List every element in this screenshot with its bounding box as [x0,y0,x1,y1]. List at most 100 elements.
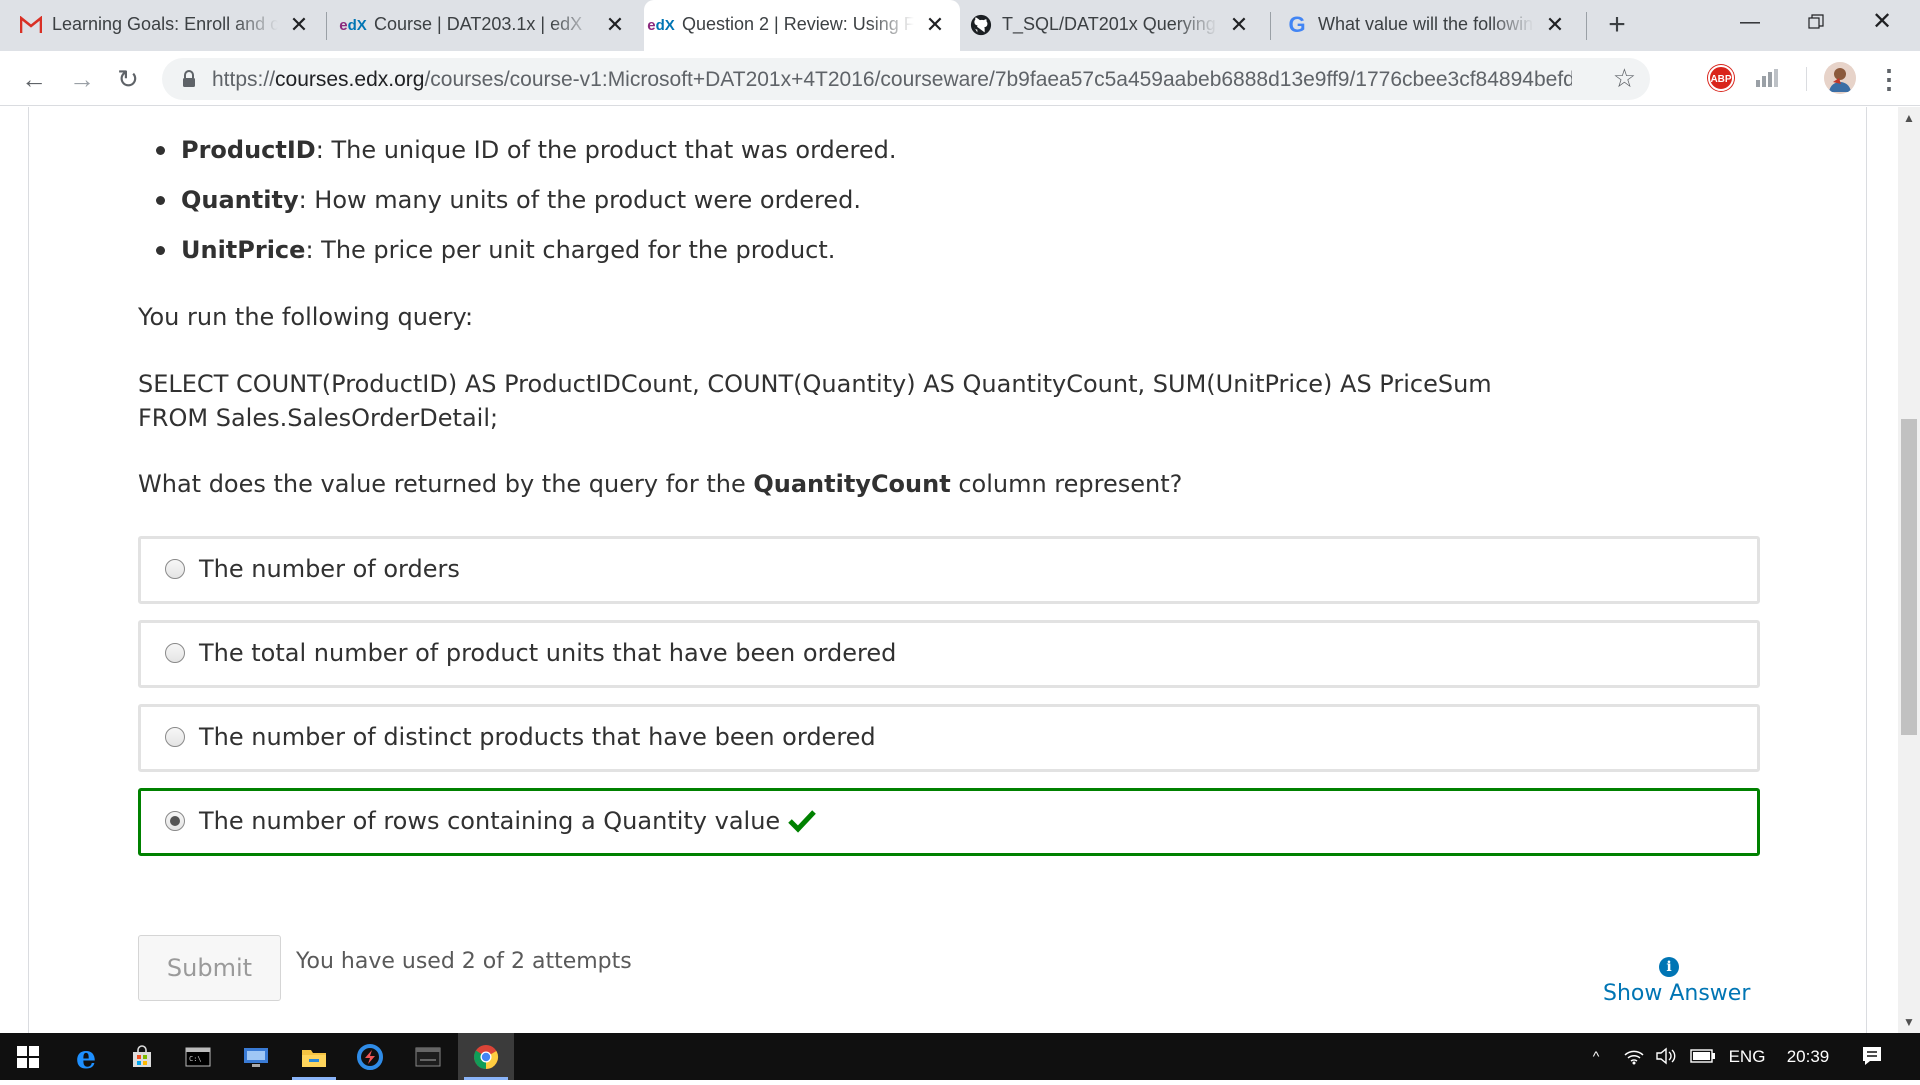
content-rail-right [1866,107,1867,1033]
battery-icon[interactable] [1688,1033,1718,1080]
url-scheme: https:// [212,68,276,91]
tab-separator [326,12,327,40]
bullet-term: ProductID [181,136,316,164]
input-language[interactable]: ENG [1724,1033,1770,1080]
bullet-dot [156,245,165,255]
new-tab-button[interactable]: + [1602,10,1632,40]
bullet-desc: : The price per unit charged for the pro… [305,236,836,264]
option-label: The number of distinct products that hav… [199,723,876,751]
forward-arrow-icon[interactable]: → [66,63,98,95]
wifi-icon[interactable] [1620,1033,1648,1080]
tab-title: Question 2 | Review: Using F [682,14,914,34]
tab-separator [1586,12,1587,40]
windows-start-icon[interactable] [0,1033,56,1080]
scroll-up-arrow-icon[interactable]: ▲ [1898,107,1920,129]
answer-option-1[interactable]: The number of orders [138,536,1760,604]
address-bar[interactable]: https://courses.edx.org/courses/course-v… [162,58,1650,100]
checkmark-icon [788,809,816,833]
bookmark-star-icon[interactable]: ☆ [1613,63,1636,94]
remote-desktop-icon[interactable] [228,1033,284,1080]
answer-option-3[interactable]: The number of distinct products that hav… [138,704,1760,772]
prompt-after: column represent? [950,470,1183,498]
close-tab-icon[interactable]: ✕ [286,12,312,38]
github-icon [970,14,992,36]
option-label-wrap: The number of rows containing a Quantity… [199,807,816,835]
edx-icon: e dX [647,16,675,34]
prompt-bold: QuantityCount [753,470,951,498]
notifications-icon[interactable] [1852,1033,1892,1080]
bullet-term: Quantity [181,186,299,214]
bullet-dot [156,145,165,155]
close-tab-icon[interactable]: ✕ [602,12,628,38]
google-icon: G [1288,12,1306,37]
option-label: The number of orders [199,555,460,583]
show-answer-button[interactable]: Show Answer [1603,981,1750,1006]
answer-option-4[interactable]: The number of rows containing a Quantity… [138,788,1760,856]
tab-title: Course | DAT203.1x | edX [374,14,583,34]
bullet-desc: : How many units of the product were ord… [298,186,861,214]
tab-gmail[interactable]: Learning Goals: Enroll and c ✕ [14,0,324,51]
menu-kebab-icon[interactable]: ⋮ [1876,63,1902,95]
tab-github[interactable]: T_SQL/DAT201x Querying w ✕ [964,0,1264,51]
close-window-icon[interactable]: ✕ [1852,0,1912,44]
tab-title: Learning Goals: Enroll and c [52,14,278,34]
back-arrow-icon[interactable]: ← [18,63,50,95]
answer-option-2[interactable]: The total number of product units that h… [138,620,1760,688]
tab-separator [1270,12,1271,40]
course-content: ProductID: The unique ID of the product … [0,107,1898,1033]
tab-edx-course[interactable]: e dX Course | DAT203.1x | edX ✕ [336,0,640,51]
radio-button[interactable] [165,559,185,579]
page-scrollbar[interactable]: ▲ ▼ [1898,107,1920,1033]
close-tab-icon[interactable]: ✕ [922,12,948,38]
adblock-plus-icon[interactable]: ABP [1708,65,1734,91]
svg-text:C:\: C:\ [189,1055,202,1063]
run-query-text: You run the following query: [138,303,474,331]
edge-browser-icon[interactable]: e [58,1033,114,1080]
profile-avatar[interactable] [1824,62,1856,94]
option-label: The total number of product units that h… [199,639,897,667]
lock-icon [182,70,196,88]
reload-icon[interactable]: ↻ [112,63,144,95]
tab-edx-question[interactable]: e dX Question 2 | Review: Using F ✕ [644,0,960,51]
radio-button-selected[interactable] [165,811,185,831]
bullet-quantity: Quantity: How many units of the product … [156,186,861,214]
show-hidden-icons-icon[interactable]: ^ [1584,1033,1608,1080]
bullet-term: UnitPrice [181,236,306,264]
url-text: https://courses.edx.org/courses/course-v… [212,68,1572,92]
restore-icon[interactable] [1786,0,1846,44]
extension-chart-icon[interactable] [1755,68,1781,88]
tab-title: T_SQL/DAT201x Querying w [1002,14,1218,34]
url-path: /courses/course-v1:Microsoft+DAT201x+4T2… [424,68,1572,91]
minimize-icon[interactable]: — [1720,0,1780,44]
tab-google[interactable]: G What value will the followin ✕ [1280,0,1580,51]
file-explorer-icon[interactable] [286,1033,342,1080]
chrome-icon[interactable] [458,1033,514,1080]
store-icon[interactable] [114,1033,170,1080]
question-prompt: What does the value returned by the quer… [138,470,1182,498]
bullet-dot [156,195,165,205]
ccleaner-icon[interactable] [342,1033,398,1080]
prompt-before: What does the value returned by the quer… [138,470,754,498]
content-rail-left [28,107,29,1033]
info-icon: i [1659,957,1679,977]
clock-time[interactable]: 20:39 [1780,1033,1836,1080]
scroll-down-arrow-icon[interactable]: ▼ [1898,1011,1920,1033]
radio-button[interactable] [165,727,185,747]
close-tab-icon[interactable]: ✕ [1542,12,1568,38]
edx-icon: e dX [339,16,367,34]
terminal-icon[interactable]: C:\ [170,1033,226,1080]
toolbar-separator [1806,67,1807,91]
scrollbar-thumb[interactable] [1901,419,1917,735]
bullet-desc: : The unique ID of the product that was … [315,136,897,164]
submit-button[interactable]: Submit [138,935,281,1001]
windows-taskbar: e C:\ ^ ENG 20:39 [0,1033,1920,1080]
bullet-productid: ProductID: The unique ID of the product … [156,136,896,164]
mysql-workbench-icon[interactable] [400,1033,456,1080]
volume-icon[interactable] [1652,1033,1682,1080]
radio-button[interactable] [165,643,185,663]
close-tab-icon[interactable]: ✕ [1226,12,1252,38]
attempts-text: You have used 2 of 2 attempts [296,949,632,974]
browser-toolbar: ← → ↻ https://courses.edx.org/courses/co… [0,51,1920,106]
query-line-2: FROM Sales.SalesOrderDetail; [138,404,499,432]
bullet-unitprice: UnitPrice: The price per unit charged fo… [156,236,835,264]
